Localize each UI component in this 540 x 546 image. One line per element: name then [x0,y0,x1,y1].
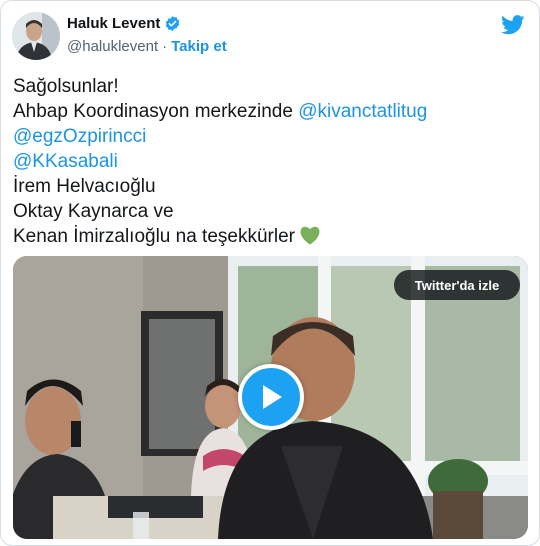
tweet-line: Kenan İmirzalıoğlu na teşekkürler [13,224,523,249]
tweet-line-text: Kenan İmirzalıoğlu na teşekkürler [13,226,295,247]
author-display-name[interactable]: Haluk Levent [67,15,160,32]
author-handle[interactable]: @haluklevent [67,38,158,55]
tweet-line: Ahbap Koordinasyon merkezinde @kivanctat… [13,99,523,124]
watch-on-twitter-button[interactable]: Twitter'da izle [394,270,520,300]
tweet-line-text: Oktay Kaynarca ve [13,201,174,222]
tweet-line-text: Sağolsunlar! [13,76,119,97]
tweet-line: @KKasabali [13,149,523,174]
tweet-line-text: Ahbap Koordinasyon merkezinde [13,101,299,122]
mention-link[interactable]: @egzOzpirincci [13,126,146,147]
separator-dot: · [162,38,168,55]
mention-link[interactable]: @kivanctatlitug [298,101,427,122]
tweet-line: Sağolsunlar! [13,74,523,99]
follow-button[interactable]: Takip et [171,38,227,55]
green-heart-icon [300,226,320,245]
tweet-line: Oktay Kaynarca ve [13,199,523,224]
play-button[interactable] [238,364,304,430]
tweet-line-text: İrem Helvacıoğlu [13,176,156,197]
author-avatar[interactable] [12,12,60,60]
twitter-bird-icon[interactable] [501,15,525,35]
tweet-line: @egzOzpirincci [13,124,523,149]
verified-badge-icon [166,16,180,31]
tweet-embed: Haluk Levent @haluklevent · Takip et Sağ… [0,0,540,546]
tweet-line: İrem Helvacıoğlu [13,174,523,199]
mention-link[interactable]: @KKasabali [13,151,118,172]
play-icon [263,385,282,409]
tweet-text: Sağolsunlar! Ahbap Koordinasyon merkezin… [13,74,523,249]
video-player[interactable]: Twitter'da izle [13,256,528,539]
